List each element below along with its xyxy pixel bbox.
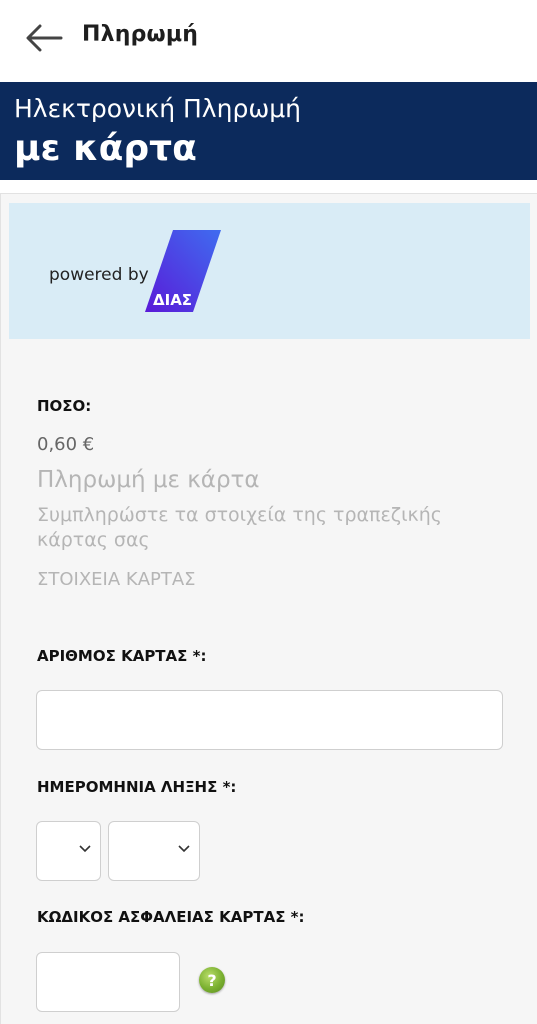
cvv-label: ΚΩΔΙΚΟΣ ΑΣΦΑΛΕΙΑΣ ΚΑΡΤΑΣ *: [37, 908, 305, 926]
app-bar: Πληρωμή [0, 0, 537, 82]
expiry-year-select[interactable] [108, 821, 200, 881]
provider-logo-box: powered by ΔΙΑΣ [9, 203, 530, 339]
expiry-date-label: ΗΜΕΡΟΜΗΝΙΑ ΛΗΞΗΣ *: [37, 778, 237, 796]
back-button[interactable] [20, 18, 68, 58]
amount-label: ΠΟΣΟ: [37, 397, 92, 415]
dias-logo: ΔΙΑΣ [145, 230, 221, 312]
header-banner: Ηλεκτρονική Πληρωμή με κάρτα [0, 82, 537, 180]
chevron-down-icon [178, 845, 190, 853]
banner-title-line1: Ηλεκτρονική Πληρωμή [14, 94, 301, 123]
amount-value: 0,60 € [37, 434, 95, 455]
dias-logo-text: ΔΙΑΣ [153, 291, 192, 309]
payment-description: Συμπληρώστε τα στοιχεία της τραπεζικής κ… [37, 504, 442, 551]
card-number-label: ΑΡΙΘΜΟΣ ΚΑΡΤΑΣ *: [37, 647, 207, 665]
arrow-left-icon [26, 24, 63, 52]
chevron-down-icon [79, 845, 91, 853]
expiry-month-select[interactable] [36, 821, 101, 881]
cvv-input[interactable] [36, 952, 180, 1012]
help-icon[interactable]: ? [199, 967, 225, 993]
page-title: Πληρωμή [82, 22, 199, 47]
card-number-input[interactable] [36, 690, 503, 750]
card-details-heading: ΣΤΟΙΧΕΙΑ ΚΑΡΤΑΣ [37, 569, 196, 590]
banner-title-line2: με κάρτα [14, 128, 197, 169]
powered-by-text: powered by [49, 265, 149, 285]
payment-panel: powered by ΔΙΑΣ ΠΟΣΟ: 0,60 € Πληρωμή με … [0, 193, 537, 1024]
payment-method-title: Πληρωμή με κάρτα [37, 467, 260, 493]
